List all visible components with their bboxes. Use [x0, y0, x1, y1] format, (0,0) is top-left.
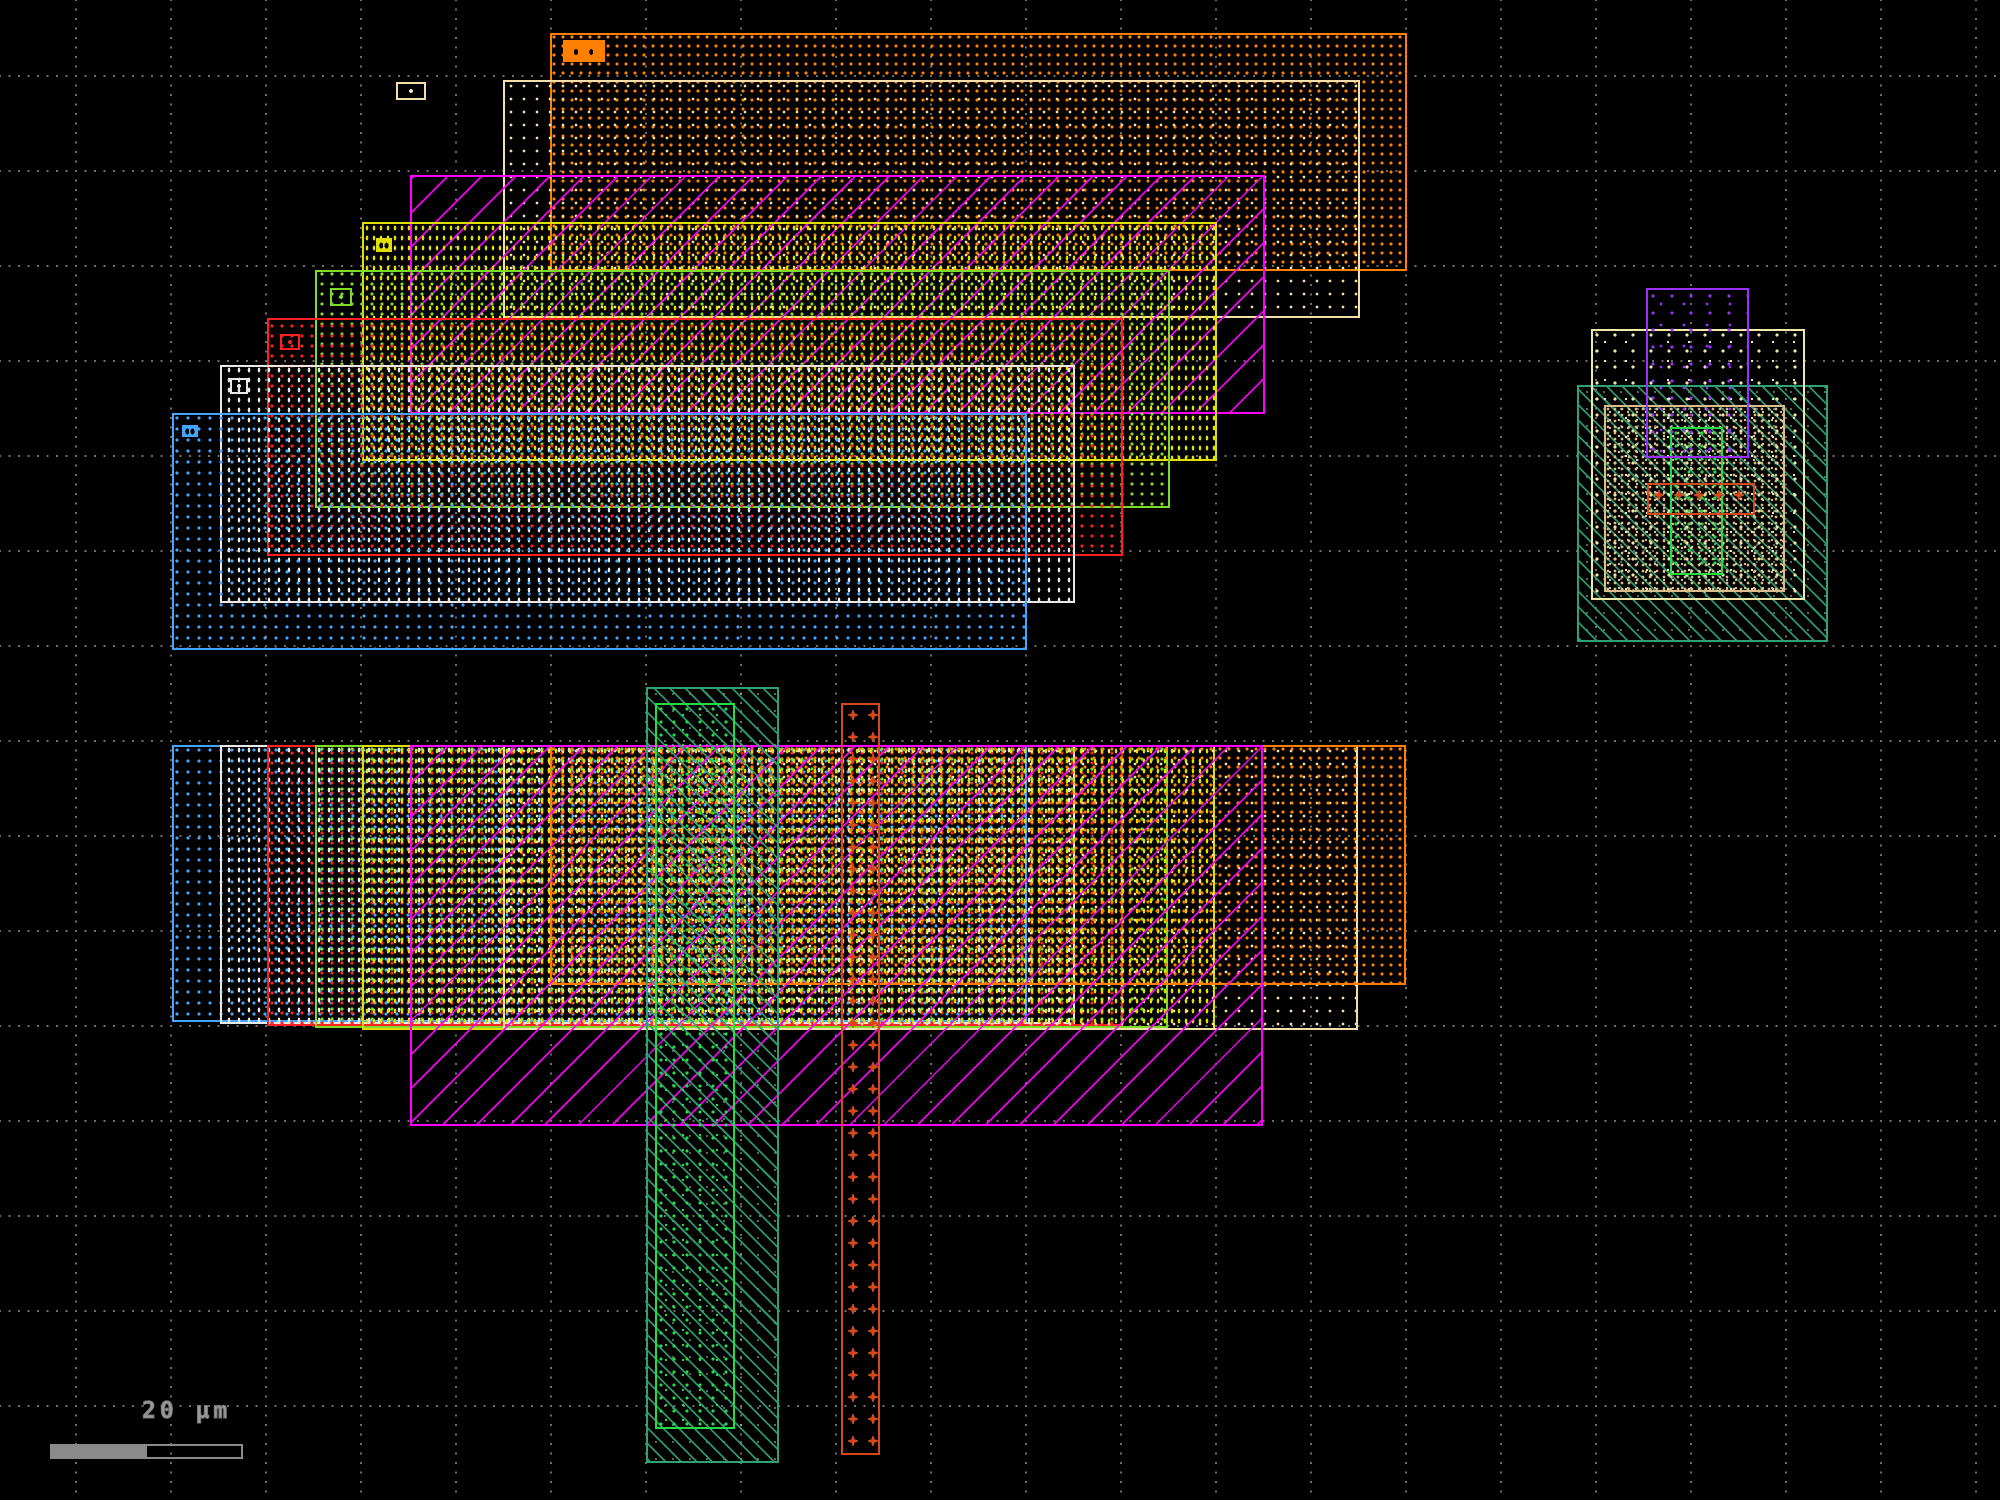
strip-shape-redplus[interactable]	[841, 703, 880, 1455]
layout-canvas[interactable]: 20 µm	[0, 0, 2000, 1500]
blue-layer-marker-icon	[182, 425, 198, 437]
red-layer-marker-icon	[280, 334, 300, 350]
scalebar-label: 20 µm	[142, 1398, 231, 1424]
strip-shape-green2[interactable]	[655, 703, 735, 1429]
orange-layer-marker-icon	[563, 40, 605, 62]
yellow-layer-marker-icon	[376, 238, 392, 252]
white-layer-marker-icon	[230, 378, 248, 394]
right-structure-shape-redplus[interactable]	[1647, 483, 1755, 515]
right-structure-shape-purple[interactable]	[1646, 288, 1749, 458]
top-cluster-shape-blue[interactable]	[172, 413, 1027, 650]
green-layer-marker-icon	[330, 288, 352, 306]
scalebar	[50, 1444, 243, 1459]
bottom-cluster-shape-magenta[interactable]	[410, 745, 1263, 1126]
cream-layer-marker-icon	[396, 82, 426, 100]
